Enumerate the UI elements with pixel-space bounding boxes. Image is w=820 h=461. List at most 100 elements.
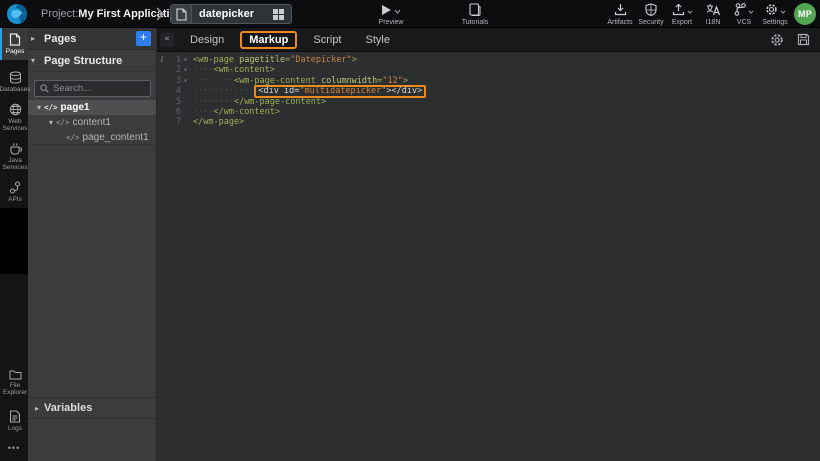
- chevron-down-icon[interactable]: [748, 10, 754, 14]
- caret-right-icon[interactable]: ▸: [32, 404, 42, 413]
- code-line[interactable]: 5········</wm-page-content>: [157, 97, 820, 107]
- caret-right-icon[interactable]: ▸: [28, 34, 38, 43]
- rail-item-databases[interactable]: Databases: [0, 66, 28, 98]
- add-page-button[interactable]: +: [136, 31, 151, 46]
- code-line[interactable]: 4············<div id="multidatepicker"><…: [157, 86, 820, 96]
- globe-icon: [9, 103, 22, 116]
- line-number: 3: [167, 76, 181, 86]
- search-icon: [40, 84, 49, 93]
- code-line[interactable]: i1▾<wm-page pagetitle="Datepicker">: [157, 55, 820, 65]
- caret-down-icon[interactable]: ▾: [28, 56, 38, 65]
- project-label: Project:: [41, 8, 78, 20]
- tutorials-label: Tutorials: [462, 19, 489, 26]
- tab-markup[interactable]: Markup: [240, 31, 297, 49]
- user-avatar[interactable]: MP: [794, 3, 816, 25]
- fold-toggle-icon: [181, 97, 190, 107]
- rail-item-web-services[interactable]: Web Services: [0, 98, 28, 137]
- vcs-button[interactable]: VCS: [729, 2, 759, 26]
- line-number: 5: [167, 97, 181, 107]
- code-line[interactable]: 2▾····<wm-content>: [157, 65, 820, 75]
- code-line[interactable]: 6····</wm-content>: [157, 107, 820, 117]
- rail-item-pages[interactable]: Pages: [0, 28, 28, 60]
- page-structure-header[interactable]: ▾ Page Structure: [28, 50, 156, 72]
- tree-item-label: page1: [61, 102, 90, 113]
- rail-divider: [0, 208, 28, 274]
- widget-icon: </>: [44, 103, 58, 112]
- tutorials-button[interactable]: Tutorials: [452, 2, 498, 26]
- rail-item-java-services[interactable]: Java Services: [0, 137, 28, 176]
- logs-icon: [9, 410, 21, 423]
- pages-section-header[interactable]: ▸ Pages +: [28, 28, 156, 50]
- code-lines: i1▾<wm-page pagetitle="Datepicker">2▾···…: [157, 55, 820, 128]
- gutter-info-icon: [157, 117, 167, 127]
- fold-toggle-icon: [181, 86, 190, 96]
- api-icon: [9, 181, 21, 194]
- vcs-icon: [734, 3, 746, 16]
- gutter-info-icon: [157, 107, 167, 117]
- code-line[interactable]: 7</wm-page>: [157, 117, 820, 127]
- rail-item-apis[interactable]: APIs: [0, 176, 28, 208]
- pages-section-title: Pages: [44, 33, 76, 45]
- fold-toggle-icon: [181, 107, 190, 117]
- tab-style[interactable]: Style: [358, 31, 398, 49]
- tree-item-page-content1[interactable]: </> page_content1: [28, 130, 156, 145]
- save-icon[interactable]: [797, 33, 810, 46]
- more-options-icon[interactable]: •••: [0, 437, 28, 461]
- security-button[interactable]: Security: [636, 2, 666, 26]
- open-page-tab[interactable]: datepicker: [170, 4, 292, 24]
- variables-section-header[interactable]: ▸ Variables: [28, 397, 156, 419]
- rail-item-logs[interactable]: Logs: [0, 405, 28, 437]
- code-text: ············<div id="multidatepicker"></…: [193, 86, 426, 96]
- folder-icon: [9, 369, 22, 380]
- wavemaker-logo-icon[interactable]: [6, 3, 28, 25]
- open-page-tab-label: datepicker: [192, 8, 273, 20]
- editor-tab-bar: « Design Markup Script Style: [157, 28, 820, 52]
- top-bar: Project:My First Application datepicker …: [0, 0, 820, 28]
- i18n-button[interactable]: I18N: [698, 2, 728, 26]
- fold-toggle-icon: [181, 117, 190, 127]
- export-label: Export: [672, 19, 692, 26]
- fold-toggle-icon[interactable]: ▾: [181, 76, 190, 86]
- settings-label: Settings: [762, 19, 787, 26]
- gutter-info-icon: i: [157, 55, 167, 65]
- collapse-panel-icon[interactable]: «: [160, 33, 174, 47]
- pages-icon: [9, 33, 21, 46]
- gutter-info-icon: [157, 86, 167, 96]
- topbar-actions: Artifacts Security Export I18N: [604, 2, 790, 26]
- widget-icon: </>: [56, 118, 70, 127]
- database-icon: [9, 71, 22, 84]
- page-structure-tree: ▾ </> page1 ▾ </> content1 </> page_cont…: [28, 100, 156, 145]
- chevron-down-icon[interactable]: [687, 10, 693, 14]
- markup-code-editor[interactable]: i1▾<wm-page pagetitle="Datepicker">2▾···…: [157, 52, 820, 461]
- editor-region: « Design Markup Script Style i1▾<wm-page…: [157, 28, 820, 461]
- editor-settings-gear-icon[interactable]: [770, 33, 784, 47]
- page-structure-title: Page Structure: [44, 55, 122, 67]
- search-input[interactable]: [53, 83, 143, 94]
- chevron-down-icon[interactable]: [780, 10, 786, 14]
- rail-item-file-explorer[interactable]: File Explorer: [0, 364, 28, 401]
- artifacts-label: Artifacts: [607, 19, 632, 26]
- rail-label: Pages: [6, 48, 24, 55]
- caret-down-icon[interactable]: ▾: [46, 118, 56, 127]
- security-label: Security: [638, 19, 663, 26]
- chevron-down-icon[interactable]: [394, 9, 401, 14]
- artifacts-button[interactable]: Artifacts: [605, 2, 635, 26]
- settings-button[interactable]: Settings: [760, 2, 790, 26]
- page-file-icon: [171, 5, 192, 23]
- selected-element-highlight[interactable]: <div id="multidatepicker"></div>: [254, 85, 426, 98]
- tab-script[interactable]: Script: [305, 31, 349, 49]
- grid-icon[interactable]: [273, 9, 284, 20]
- tree-item-label: page_content1: [83, 132, 149, 143]
- rail-label: APIs: [8, 196, 22, 203]
- preview-button[interactable]: Preview: [368, 2, 414, 26]
- export-button[interactable]: Export: [667, 2, 697, 26]
- structure-search[interactable]: [34, 80, 151, 97]
- tree-item-content1[interactable]: ▾ </> content1: [28, 115, 156, 130]
- tab-design[interactable]: Design: [182, 31, 232, 49]
- fold-toggle-icon[interactable]: ▾: [181, 65, 190, 75]
- caret-down-icon[interactable]: ▾: [34, 103, 44, 112]
- tree-item-page1[interactable]: ▾ </> page1: [28, 100, 156, 115]
- tree-item-label: content1: [73, 117, 111, 128]
- export-icon: [672, 3, 685, 16]
- fold-toggle-icon[interactable]: ▾: [181, 55, 190, 65]
